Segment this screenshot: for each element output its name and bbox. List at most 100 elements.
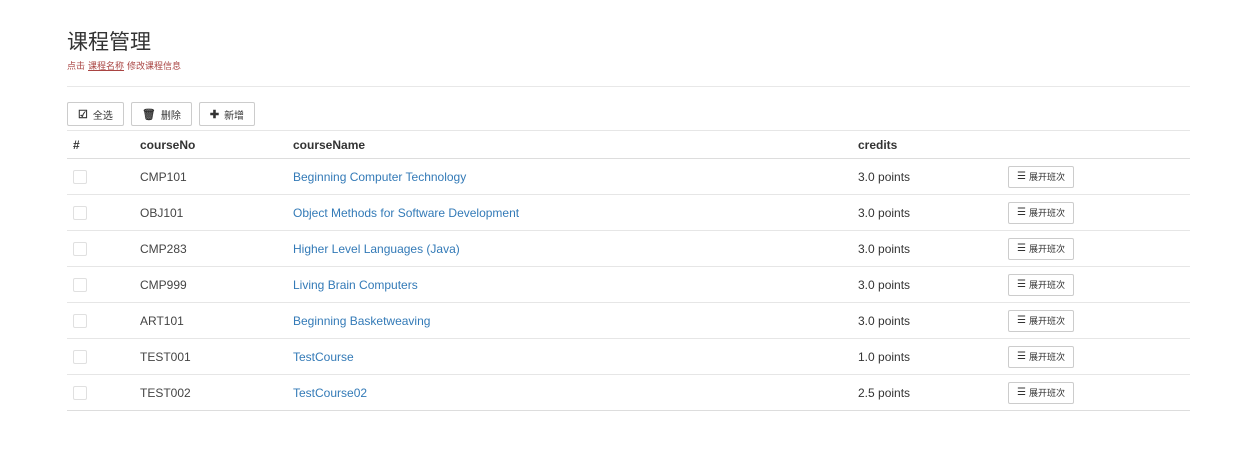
- row-checkbox-cell: [67, 302, 140, 339]
- actions-cell: ☰ 展开班次: [1008, 338, 1190, 375]
- row-checkbox-cell: [67, 374, 140, 411]
- expand-sections-button[interactable]: ☰ 展开班次: [1008, 381, 1074, 404]
- row-checkbox-cell: [67, 158, 140, 195]
- plus-icon: ✚: [209, 108, 220, 121]
- expand-sections-button[interactable]: ☰ 展开班次: [1008, 273, 1074, 296]
- expand-sections-button[interactable]: ☰ 展开班次: [1008, 345, 1074, 368]
- page-title: 课程管理: [67, 31, 151, 54]
- trash-icon: 🗑: [141, 108, 156, 121]
- check-square-icon: ☑: [78, 108, 88, 121]
- course-no-cell: TEST002: [140, 374, 293, 411]
- list-icon: ☰: [1017, 207, 1026, 218]
- row-checkbox[interactable]: [73, 349, 87, 364]
- course-no-cell: CMP283: [140, 230, 293, 267]
- column-header-coursename: courseName: [293, 130, 858, 159]
- row-checkbox[interactable]: [73, 385, 87, 400]
- expand-sections-label: 展开班次: [1028, 172, 1065, 182]
- add-label: 新增: [224, 110, 245, 122]
- course-name-link[interactable]: TestCourse: [293, 350, 354, 364]
- hint-text: 点击 课程名称 修改课程信息: [67, 60, 1190, 72]
- credits-cell: 1.0 points: [858, 338, 1008, 375]
- credits-cell: 3.0 points: [858, 230, 1008, 267]
- course-no-cell: ART101: [140, 302, 293, 339]
- table-row: TEST001 TestCourse 1.0 points ☰ 展开班次: [67, 338, 1190, 375]
- row-checkbox-cell: [67, 266, 140, 303]
- expand-sections-label: 展开班次: [1028, 244, 1065, 254]
- row-checkbox[interactable]: [73, 277, 87, 292]
- list-icon: ☰: [1017, 171, 1026, 182]
- credits-cell: 3.0 points: [858, 158, 1008, 195]
- course-name-link[interactable]: Living Brain Computers: [293, 278, 418, 292]
- expand-sections-button[interactable]: ☰ 展开班次: [1008, 201, 1074, 224]
- table-row: CMP101 Beginning Computer Technology 3.0 p…: [67, 158, 1190, 195]
- course-no-cell: TEST001: [140, 338, 293, 375]
- hint-link: 课程名称: [88, 61, 125, 71]
- delete-button[interactable]: 🗑 删除: [130, 102, 192, 126]
- delete-label: 删除: [160, 110, 181, 122]
- credits-cell: 3.0 points: [858, 302, 1008, 339]
- list-icon: ☰: [1017, 243, 1026, 254]
- table-row: CMP283 Higher Level Languages (Java) 3.0 p…: [67, 230, 1190, 267]
- expand-sections-label: 展开班次: [1028, 316, 1065, 326]
- expand-sections-button[interactable]: ☰ 展开班次: [1008, 165, 1074, 188]
- course-name-cell: Object Methods for Software Development: [293, 194, 858, 231]
- expand-sections-button[interactable]: ☰ 展开班次: [1008, 237, 1074, 260]
- course-no-cell: CMP101: [140, 158, 293, 195]
- column-header-courseno: courseNo: [140, 130, 293, 159]
- course-name-link[interactable]: Higher Level Languages (Java): [293, 242, 460, 256]
- course-name-link[interactable]: Object Methods for Software Development: [293, 206, 519, 220]
- course-name-link[interactable]: TestCourse02: [293, 386, 367, 400]
- row-checkbox-cell: [67, 194, 140, 231]
- course-no-cell: CMP999: [140, 266, 293, 303]
- expand-sections-label: 展开班次: [1028, 352, 1065, 362]
- actions-cell: ☰ 展开班次: [1008, 194, 1190, 231]
- actions-cell: ☰ 展开班次: [1008, 266, 1190, 303]
- credits-cell: 2.5 points: [858, 374, 1008, 411]
- course-name-cell: Living Brain Computers: [293, 266, 858, 303]
- actions-cell: ☰ 展开班次: [1008, 302, 1190, 339]
- list-icon: ☰: [1017, 315, 1026, 326]
- list-icon: ☰: [1017, 351, 1026, 362]
- table-row: CMP999 Living Brain Computers 3.0 points ☰ 展…: [67, 266, 1190, 303]
- expand-sections-label: 展开班次: [1028, 280, 1065, 290]
- table-row: ART101 Beginning Basketweaving 3.0 points ☰…: [67, 302, 1190, 339]
- column-header-index: #: [67, 130, 140, 159]
- list-icon: ☰: [1017, 387, 1026, 398]
- row-checkbox[interactable]: [73, 169, 87, 184]
- select-all-button[interactable]: ☑ 全选: [67, 102, 124, 126]
- course-name-cell: TestCourse02: [293, 374, 858, 411]
- row-checkbox-cell: [67, 230, 140, 267]
- row-checkbox[interactable]: [73, 241, 87, 256]
- column-header-actions: [1008, 130, 1190, 159]
- column-header-credits: credits: [858, 130, 1008, 159]
- course-name-cell: Higher Level Languages (Java): [293, 230, 858, 267]
- header-divider: [67, 86, 1190, 87]
- course-no-cell: OBJ101: [140, 194, 293, 231]
- course-name-cell: Beginning Computer Technology: [293, 158, 858, 195]
- list-icon: ☰: [1017, 279, 1026, 290]
- expand-sections-button[interactable]: ☰ 展开班次: [1008, 309, 1074, 332]
- course-name-link[interactable]: Beginning Basketweaving: [293, 314, 430, 328]
- add-button[interactable]: ✚ 新增: [198, 102, 256, 126]
- expand-sections-label: 展开班次: [1028, 388, 1065, 398]
- course-management-panel: 课程管理 点击 课程名称 修改课程信息 ☑ 全选 🗑 删除 ✚ 新增 # cours…: [67, 30, 1190, 411]
- course-table: # courseNo courseName credits CMP101 Begi…: [67, 130, 1190, 411]
- expand-sections-label: 展开班次: [1028, 208, 1065, 218]
- table-row: TEST002 TestCourse02 2.5 points ☰ 展开班次: [67, 374, 1190, 411]
- table-row: OBJ101 Object Methods for Software Develo…: [67, 194, 1190, 231]
- row-checkbox[interactable]: [73, 313, 87, 328]
- course-name-cell: Beginning Basketweaving: [293, 302, 858, 339]
- course-name-link[interactable]: Beginning Computer Technology: [293, 170, 466, 184]
- course-name-cell: TestCourse: [293, 338, 858, 375]
- hint-prefix: 点击: [67, 61, 86, 71]
- toolbar: ☑ 全选 🗑 删除 ✚ 新增: [67, 102, 1190, 126]
- row-checkbox-cell: [67, 338, 140, 375]
- actions-cell: ☰ 展开班次: [1008, 230, 1190, 267]
- actions-cell: ☰ 展开班次: [1008, 158, 1190, 195]
- credits-cell: 3.0 points: [858, 266, 1008, 303]
- row-checkbox[interactable]: [73, 205, 87, 220]
- table-header-row: # courseNo courseName credits: [67, 130, 1190, 159]
- hint-suffix: 修改课程信息: [127, 61, 182, 71]
- select-all-label: 全选: [92, 110, 113, 122]
- actions-cell: ☰ 展开班次: [1008, 374, 1190, 411]
